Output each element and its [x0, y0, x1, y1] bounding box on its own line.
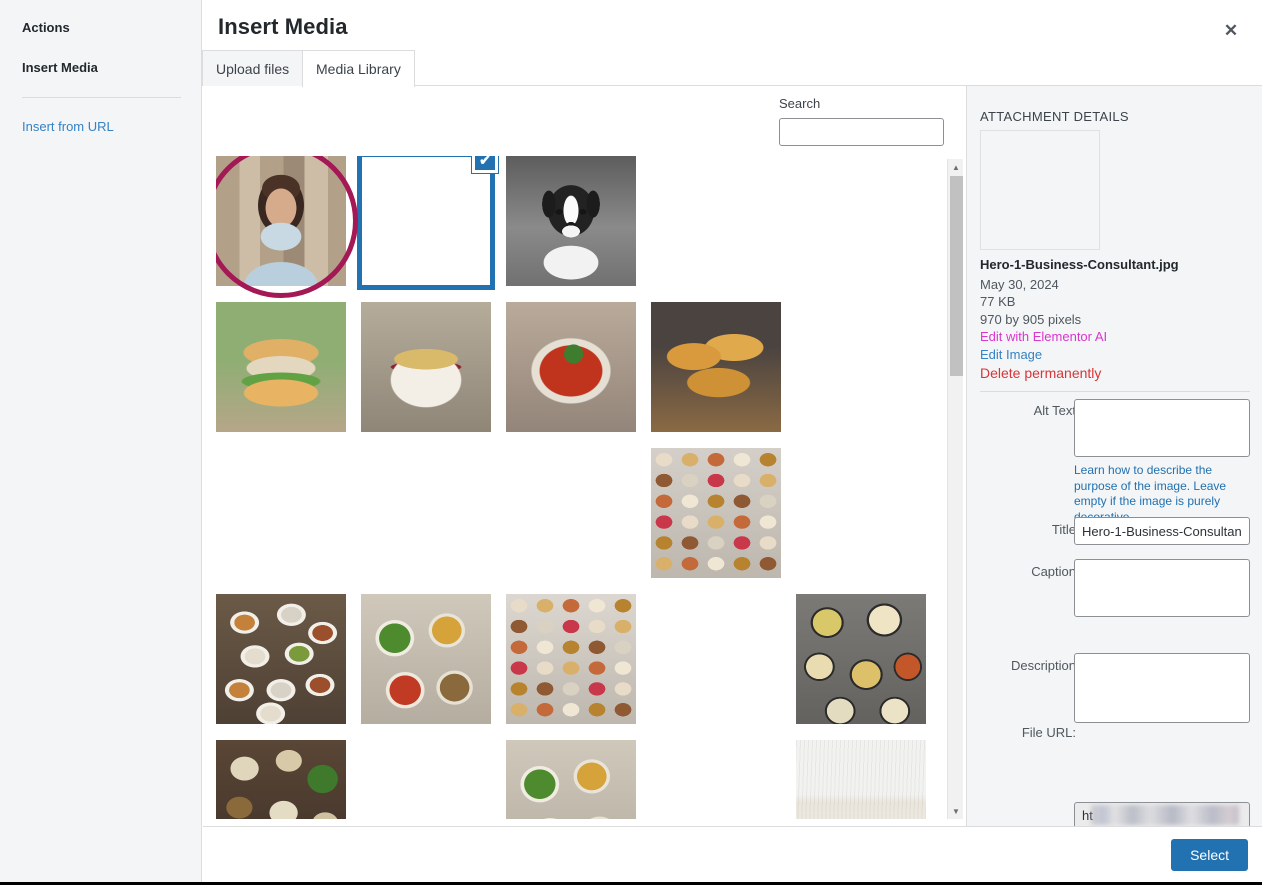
edit-with-elementor-ai-link[interactable]: Edit with Elementor AI: [980, 329, 1107, 344]
tab-upload-files[interactable]: Upload files: [202, 50, 304, 86]
scrollbar-thumb[interactable]: [950, 176, 963, 376]
media-thumbnail-canapes-platter[interactable]: [651, 740, 781, 819]
alt-text-field[interactable]: [1074, 399, 1250, 457]
media-thumbnail-ingredients-trays-overhead[interactable]: [796, 448, 926, 578]
media-thumbnail-grains-and-nuts-bowls[interactable]: [216, 740, 346, 819]
title-field[interactable]: [1074, 517, 1250, 545]
media-thumbnail-salad-bowls[interactable]: [361, 594, 491, 724]
media-thumbnail-french-onion-soup[interactable]: [361, 302, 491, 432]
search-label: Search: [779, 96, 821, 111]
attachment-details-title: ATTACHMENT DETAILS: [980, 109, 1129, 124]
media-thumbnail-business-consultant-wood-wall[interactable]: [216, 156, 346, 286]
media-thumbnail-dog-with-tennis-ball[interactable]: [651, 156, 781, 286]
file-url-redaction: [1091, 805, 1239, 825]
file-url-label: File URL:: [1021, 725, 1076, 740]
sidebar-divider: [22, 97, 181, 98]
caption-field[interactable]: [1074, 559, 1250, 617]
media-thumbnail-assorted-dishes-table-1[interactable]: [216, 594, 346, 724]
title-label: Title: [1051, 522, 1076, 537]
chevron-up-icon[interactable]: ▲: [948, 159, 964, 175]
media-grid-viewport: ✔: [216, 156, 946, 819]
attachment-filename: Hero-1-Business-Consultant.jpg: [980, 257, 1179, 272]
details-divider: [980, 391, 1250, 392]
delete-permanently-link[interactable]: Delete permanently: [980, 365, 1101, 381]
insert-media-modal: Actions Insert Media Insert from URL Ins…: [0, 0, 1262, 882]
tab-media-library[interactable]: Media Library: [302, 50, 415, 87]
search-input[interactable]: [779, 118, 944, 146]
media-thumbnail-scones-tray-1[interactable]: [796, 302, 926, 432]
modal-sidebar: Actions Insert Media Insert from URL: [0, 0, 202, 882]
page-title: Insert Media: [218, 14, 348, 39]
media-thumbnail-hero-1-business-consultant[interactable]: [357, 156, 495, 290]
media-thumbnail-tuna-sandwich[interactable]: [216, 302, 346, 432]
media-library-panel: Search ✔ ▲ ▼: [203, 86, 966, 826]
media-grid-scrollbar[interactable]: ▲ ▼: [947, 159, 963, 819]
close-icon[interactable]: ✕: [1214, 14, 1248, 46]
sidebar-item-insert-media[interactable]: Insert Media: [22, 60, 98, 75]
alt-text-label: Alt Text: [1033, 403, 1076, 418]
media-thumbnail-white-fabric-texture[interactable]: [796, 740, 926, 819]
media-thumbnail-burgers-and-milkshakes[interactable]: [361, 448, 491, 578]
attachment-filesize: 77 KB: [980, 294, 1016, 309]
attachment-thumbnail[interactable]: [980, 130, 1100, 250]
edit-image-link[interactable]: Edit Image: [980, 347, 1042, 362]
media-thumbnail-shared-dinner-table[interactable]: [651, 594, 781, 724]
media-thumbnail-assorted-dishes-overhead[interactable]: [506, 594, 636, 724]
caption-label: Caption: [1031, 564, 1076, 579]
checkmark-icon[interactable]: ✔: [472, 156, 498, 173]
media-thumbnail-dog-black-white-portrait[interactable]: [506, 156, 636, 286]
media-thumbnail-cheeseburger[interactable]: [796, 156, 926, 286]
attachment-date: May 30, 2024: [980, 277, 1059, 292]
sidebar-item-insert-from-url[interactable]: Insert from URL: [22, 119, 114, 134]
media-thumbnail-soup-bowls-overhead[interactable]: [796, 594, 926, 724]
media-thumbnail-image: [365, 160, 487, 282]
media-thumbnail-tomato-basil-soup[interactable]: [506, 302, 636, 432]
media-thumbnail-scones-tray-2[interactable]: [216, 448, 346, 578]
media-thumbnail-buffet-spread-overhead-1[interactable]: [651, 448, 781, 578]
tab-bar: Upload files Media Library: [202, 50, 1262, 87]
sidebar-heading: Actions: [22, 20, 70, 35]
media-thumbnail-hot-dogs-and-fries[interactable]: [506, 448, 636, 578]
media-thumbnail-tomato-salad-platter[interactable]: [506, 740, 636, 819]
chevron-down-icon[interactable]: ▼: [948, 803, 964, 819]
attachment-details-panel: ATTACHMENT DETAILS Hero-1-Business-Consu…: [966, 86, 1262, 869]
media-thumbnail-desserts-and-cakes[interactable]: [361, 740, 491, 819]
description-label: Description: [1010, 658, 1076, 673]
media-thumbnail-croissants[interactable]: [651, 302, 781, 432]
modal-footer: Select: [203, 826, 1262, 882]
select-button[interactable]: Select: [1171, 839, 1248, 871]
media-grid: ✔: [216, 156, 946, 819]
attachment-dimensions: 970 by 905 pixels: [980, 312, 1082, 327]
description-field[interactable]: [1074, 653, 1250, 723]
